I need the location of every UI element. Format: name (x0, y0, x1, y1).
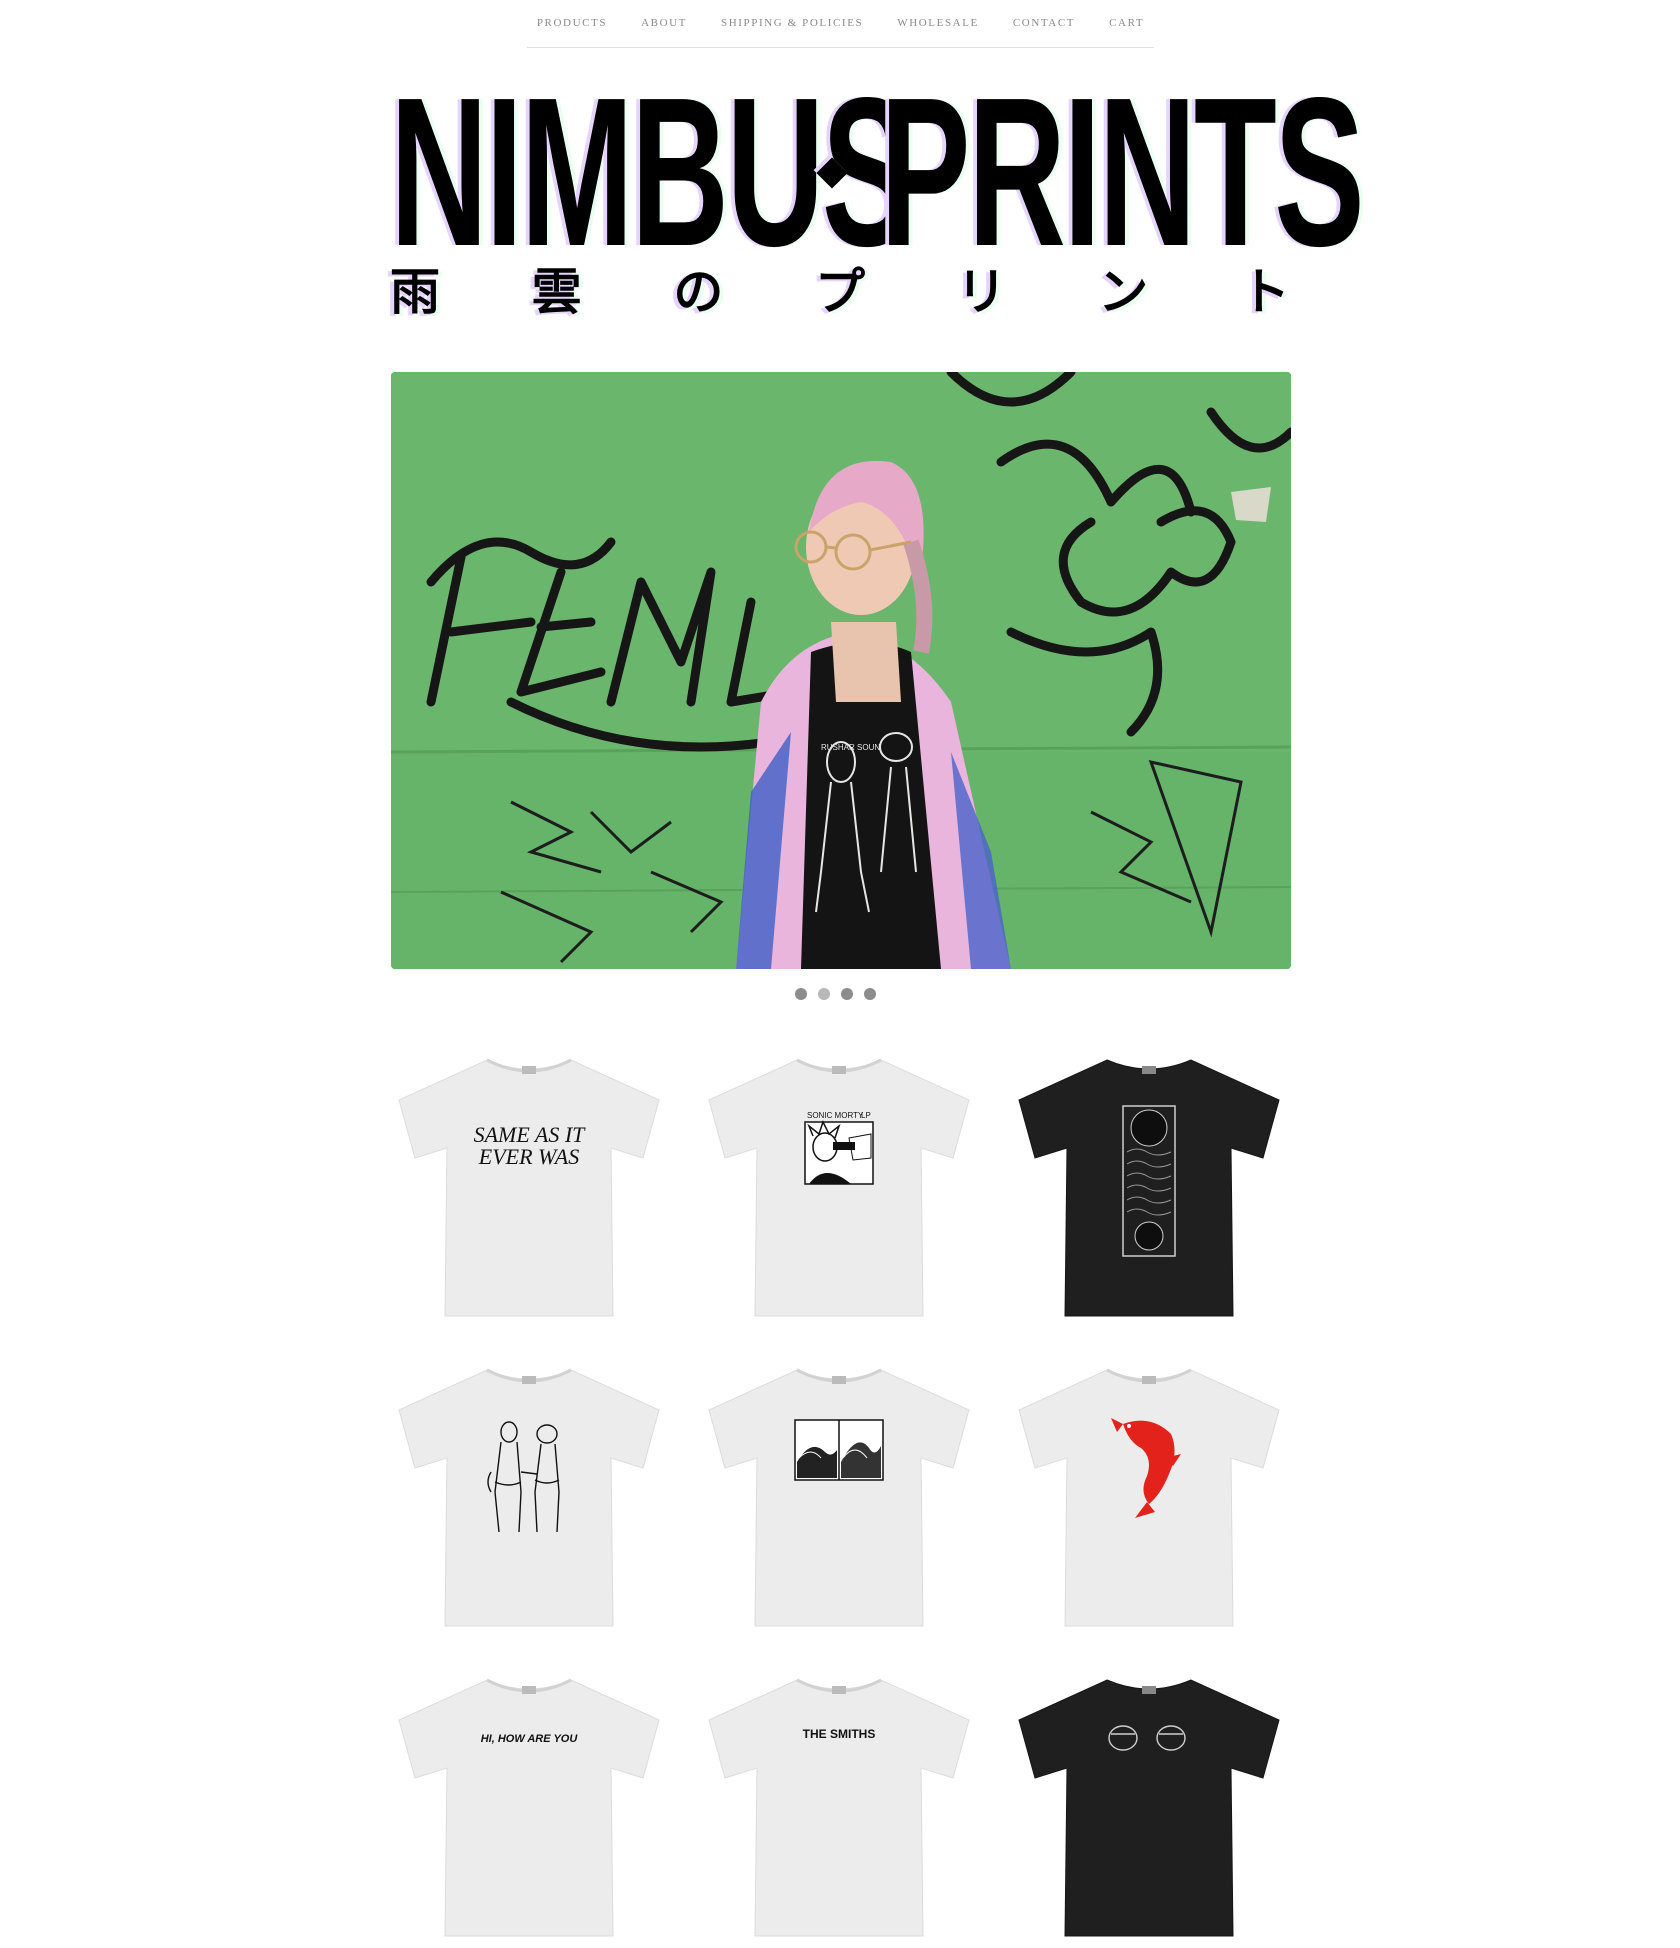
tshirt-image (1018, 1368, 1280, 1627)
nav-products[interactable]: PRODUCTS (520, 0, 624, 47)
tshirt-image: HI, HOW ARE YOU (398, 1678, 660, 1937)
product-card[interactable] (1011, 1362, 1287, 1638)
product-card[interactable]: THE SMITHS (701, 1672, 977, 1948)
tshirt-image (1018, 1679, 1280, 1937)
logo-wordmark: NIMBUS PRINTS (390, 66, 1365, 278)
tshirt-image (708, 1368, 970, 1627)
product-print-text: THE SMITHS (803, 1727, 876, 1741)
logo-jp-char: ト (1239, 262, 1290, 321)
product-card[interactable] (391, 1362, 667, 1638)
nav-cart[interactable]: CART (1092, 0, 1161, 47)
product-card[interactable] (1011, 1052, 1287, 1328)
product-card[interactable]: HI, HOW ARE YOU (391, 1672, 667, 1948)
slide-dot-active[interactable] (818, 988, 830, 1000)
product-print-text: HI, HOW ARE YOU (481, 1733, 579, 1745)
logo-word-prints: PRINTS (880, 53, 1365, 290)
store-logo[interactable]: NIMBUS PRINTS 雨 雲 の プ リ ン ト (390, 66, 1365, 322)
product-print-text: EVER WAS (478, 1144, 579, 1169)
product-card[interactable] (1011, 1672, 1287, 1948)
product-card[interactable] (701, 1362, 977, 1638)
nav-about[interactable]: ABOUT (624, 0, 704, 47)
tshirt-image: THE SMITHS (708, 1678, 970, 1937)
tshirt-image (1018, 1059, 1280, 1317)
logo-jp-char: ン (1098, 262, 1149, 321)
product-print-text: SONIC MORTY (807, 1111, 864, 1120)
hero-slideshow[interactable]: RUSHAR SOUN (391, 372, 1291, 969)
slide-dot[interactable] (841, 988, 853, 1000)
hero-photo: RUSHAR SOUN (391, 372, 1291, 969)
hero-shirt-print-text: RUSHAR SOUN (821, 743, 880, 752)
product-print-text: LP (861, 1111, 871, 1120)
logo-jp-char: リ (956, 262, 1007, 321)
product-card[interactable]: SAME AS IT EVER WAS (391, 1052, 667, 1328)
nav-shipping-policies[interactable]: SHIPPING & POLICIES (704, 0, 880, 47)
tshirt-image: SAME AS IT EVER WAS (398, 1058, 660, 1317)
tshirt-image: SONIC MORTY LP (708, 1058, 970, 1317)
nav-wholesale[interactable]: WHOLESALE (880, 0, 996, 47)
logo-jp-char: 雲 (531, 262, 582, 321)
logo-jp-char: の (673, 262, 724, 321)
slide-dot[interactable] (795, 988, 807, 1000)
product-card[interactable]: SONIC MORTY LP (701, 1052, 977, 1328)
logo-jp-char: 雨 (390, 262, 440, 321)
logo-japanese-subtitle: 雨 雲 の プ リ ン ト (390, 264, 1290, 320)
logo-jp-char: プ (814, 262, 865, 321)
slide-dot[interactable] (864, 988, 876, 1000)
slideshow-pagination (795, 988, 876, 1000)
nav-contact[interactable]: CONTACT (996, 0, 1092, 47)
tshirt-image (398, 1368, 660, 1627)
top-navigation: PRODUCTS ABOUT SHIPPING & POLICIES WHOLE… (527, 0, 1154, 48)
